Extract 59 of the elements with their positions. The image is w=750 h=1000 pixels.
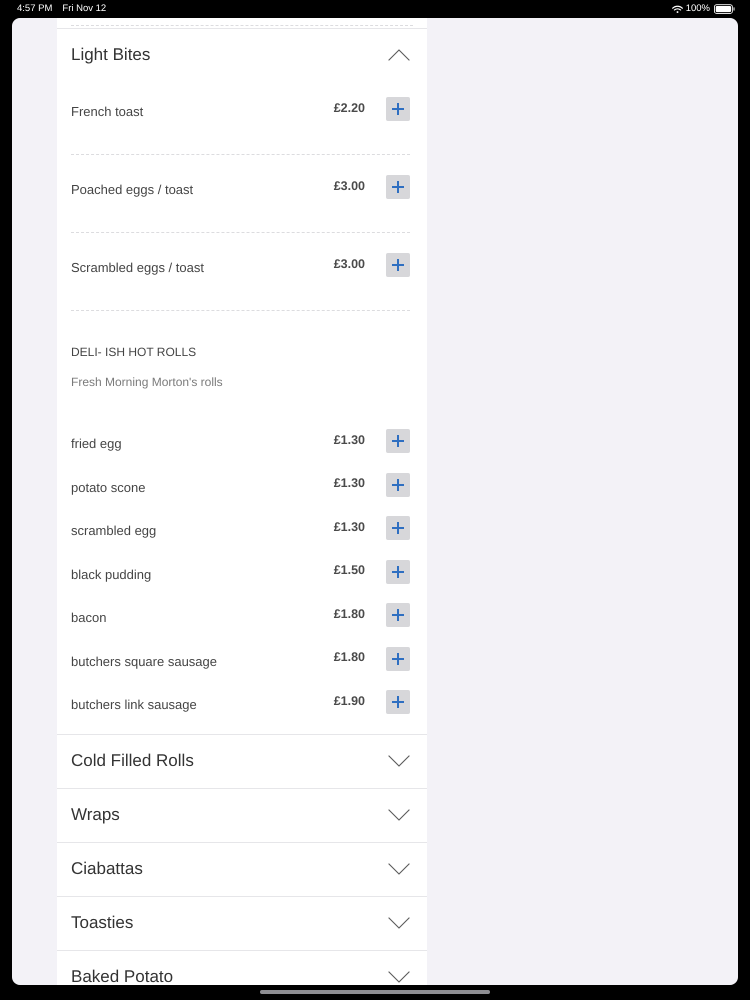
plus-icon <box>392 522 404 534</box>
item-name: potato scone <box>71 478 146 496</box>
item-price: £1.30 <box>334 520 365 536</box>
item-price: £1.30 <box>334 432 365 448</box>
group-heading: DELI- ISH HOT ROLLS <box>71 344 198 360</box>
add-button[interactable] <box>386 429 410 453</box>
chevron-down-icon <box>388 808 410 820</box>
item-name: French toast <box>71 103 144 120</box>
plus-icon <box>392 696 404 708</box>
plus-icon <box>392 609 404 621</box>
plus-icon <box>392 435 404 447</box>
item-name: butchers square sausage <box>71 652 218 670</box>
plus-icon <box>392 103 404 115</box>
chevron-up-icon <box>388 48 410 60</box>
add-button[interactable] <box>386 97 410 121</box>
section-header[interactable]: Ciabattas <box>57 842 427 896</box>
add-button[interactable] <box>386 690 410 714</box>
item-price: £2.20 <box>334 100 365 116</box>
item-price: £1.90 <box>334 694 365 710</box>
item-name: scrambled egg <box>71 522 158 539</box>
plus-icon <box>392 259 404 271</box>
item-name: fried egg <box>71 435 123 452</box>
battery-icon <box>714 4 735 14</box>
add-button[interactable] <box>386 253 410 277</box>
item-price: £1.80 <box>334 606 365 622</box>
item-name: Poached eggs / toast <box>71 181 194 198</box>
plus-icon <box>392 181 404 193</box>
item-name: Scrambled eggs / toast <box>71 259 205 276</box>
status-time: 4:57 PM <box>17 4 52 14</box>
add-button[interactable] <box>386 472 410 496</box>
add-button[interactable] <box>386 646 410 670</box>
item-price: £1.50 <box>334 563 365 579</box>
add-button[interactable] <box>386 516 410 540</box>
battery-percentage: 100% <box>686 4 710 14</box>
item-price: £3.00 <box>334 256 365 272</box>
add-button[interactable] <box>386 603 410 627</box>
item-name: bacon <box>71 609 108 626</box>
section-header[interactable]: Cold Filled Rolls <box>57 734 427 788</box>
add-button[interactable] <box>386 175 410 199</box>
plus-icon <box>392 652 404 664</box>
item-name: black pudding <box>71 566 152 582</box>
section-header[interactable]: Baked Potato <box>57 950 427 985</box>
item-name: butchers link sausage <box>71 696 198 713</box>
section-header[interactable]: Light Bites <box>57 28 427 82</box>
item-price: £1.30 <box>334 476 365 492</box>
item-price: £3.00 <box>334 178 365 194</box>
plus-icon <box>392 478 404 490</box>
chevron-down-icon <box>388 970 410 982</box>
add-button[interactable] <box>386 560 410 584</box>
chevron-down-icon <box>388 754 410 766</box>
chevron-down-icon <box>388 862 410 874</box>
item-price: £1.80 <box>334 650 365 666</box>
plus-icon <box>392 566 404 578</box>
section-header[interactable]: Toasties <box>57 896 427 950</box>
status-date: Fri Nov 12 <box>62 4 106 14</box>
group-description: Fresh Morning Morton's rolls <box>71 374 224 390</box>
section-header[interactable]: Wraps <box>57 788 427 842</box>
wifi-icon <box>672 5 683 13</box>
chevron-down-icon <box>388 916 410 928</box>
